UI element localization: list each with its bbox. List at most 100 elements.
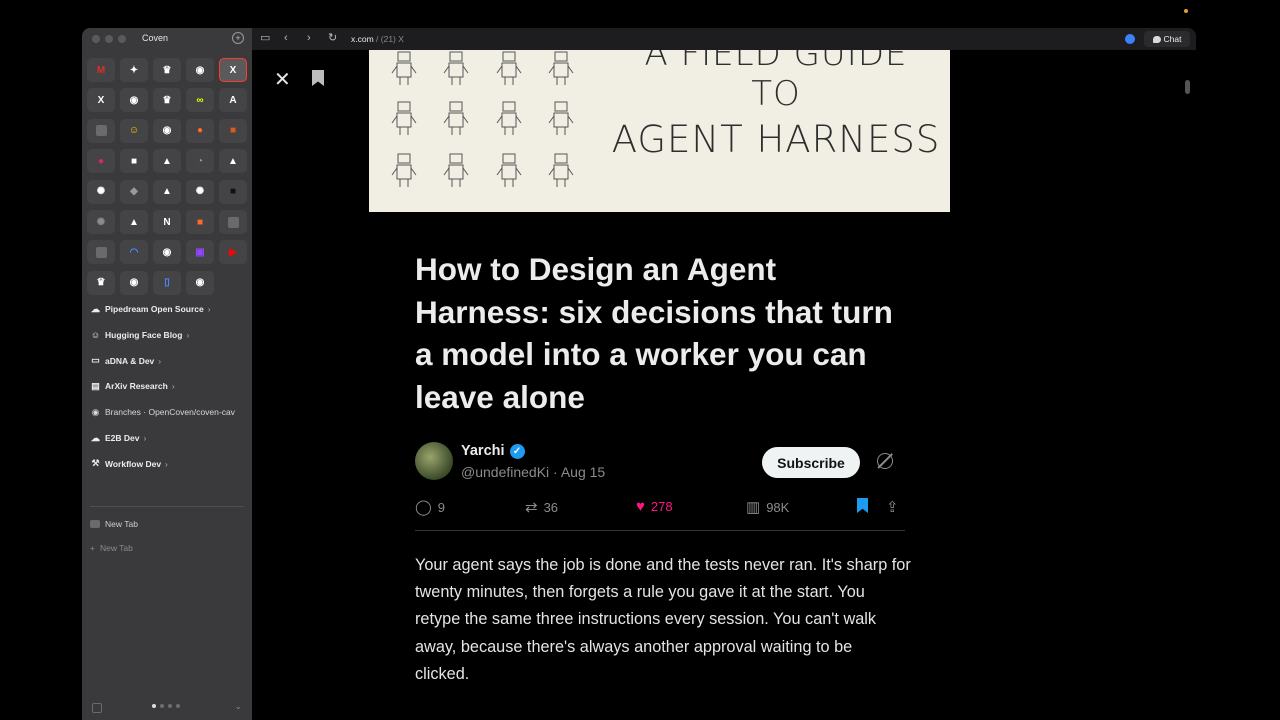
minimize-window-button[interactable] [105,35,113,43]
new-tab-button[interactable]: + New Tab [90,540,133,556]
pinned-tab[interactable] [87,240,115,265]
pinned-tab[interactable]: ◉ [186,270,214,295]
url-rest: / (21) X [373,34,404,44]
chevron-down-icon[interactable]: ⌄ [234,701,242,712]
pinned-tab[interactable]: ▲ [219,149,247,174]
pinned-tab[interactable]: ♛ [87,270,115,295]
close-icon[interactable]: ✕ [274,67,291,92]
main-content: ▭ ‹ › ↻ x.com / (21) X Chat ✕ A FIELD GU… [252,28,1196,720]
pinned-tab[interactable]: ◔ [186,149,214,174]
pinned-tab[interactable]: N [153,210,181,234]
folder-item[interactable]: ☁ E2B Dev › [90,429,250,447]
pinned-tab[interactable]: X [87,88,115,113]
orange-circle-app-icon: ● [196,125,204,137]
address-field[interactable]: x.com / (21) X [351,34,404,44]
author-name[interactable]: Yarchi ✓ [461,443,525,459]
zoom-window-button[interactable] [118,35,126,43]
pinned-tab[interactable]: ▯ [153,270,181,295]
article-title: How to Design an Agent Harness: six deci… [415,251,893,415]
pinned-tab[interactable]: ◆ [120,179,148,204]
close-window-button[interactable] [92,35,100,43]
blue-app-icon: ▯ [164,277,170,289]
space-title: Coven [142,33,169,43]
folder-item[interactable]: ☁ Pipedream Open Source › [90,300,250,318]
x-icon: X [97,94,105,106]
pinned-tab[interactable] [219,210,247,234]
openai-icon: ✺ [195,186,205,198]
pinned-tab[interactable]: ◉ [120,270,148,295]
pinned-tab[interactable]: ● [87,149,115,174]
robot-doodle [548,51,574,85]
reply-button[interactable]: ◯ 9 [415,498,445,516]
share-button[interactable]: ⇪ [886,498,899,516]
space-dot[interactable] [160,704,164,708]
space-dot[interactable] [176,704,180,708]
reload-icon[interactable]: ↻ [328,32,337,44]
add-icon[interactable]: + [232,32,244,44]
pinned-tab[interactable] [87,118,115,143]
archive-icon[interactable] [92,703,102,713]
pinned-tab[interactable]: ■ [219,179,247,204]
divider [415,530,905,531]
chat-button[interactable]: Chat [1144,31,1190,47]
grok-icon[interactable] [877,453,893,469]
pinned-tab[interactable]: ■ [186,210,214,234]
pinned-tab[interactable]: ◉ [120,88,148,113]
back-icon[interactable]: ‹ [284,32,288,44]
pinned-tab[interactable]: ◉ [153,240,181,265]
pinned-tab[interactable]: ▲ [153,179,181,204]
pinned-tab[interactable]: ◉ [153,118,181,143]
space-dot[interactable] [152,704,156,708]
extension-icon[interactable] [1125,34,1135,44]
folder-item[interactable]: ☺ Hugging Face Blog › [90,326,250,344]
views-button[interactable]: ▥ 98K [746,498,789,516]
pinned-tab[interactable]: ▲ [120,210,148,234]
pinned-tab[interactable]: ♛ [153,88,181,113]
pinned-tab[interactable]: ▶ [219,240,247,265]
space-switcher[interactable] [152,704,180,708]
pinned-tab[interactable]: ■ [219,118,247,143]
pinned-tab[interactable]: ◉ [186,58,214,82]
avatar[interactable] [415,442,453,480]
chevron-right-icon: › [171,381,175,392]
pinned-tab[interactable]: ☺ [120,118,148,143]
pinned-tab[interactable]: ∞ [186,88,214,113]
robot-doodle [443,51,469,85]
space-dot[interactable] [168,704,172,708]
pinned-tab[interactable]: M [87,58,115,82]
like-button[interactable]: ♥ 278 [636,498,673,515]
folder-label: aDNA & Dev [105,355,155,366]
pinned-tab[interactable]: X [219,58,247,82]
sidebar-toggle-icon[interactable]: ▭ [260,32,270,44]
pinned-tab[interactable]: A [219,88,247,113]
pinned-tab[interactable]: ◠ [120,240,148,265]
github-icon: ◉ [195,64,205,76]
orange-square-app-icon: ■ [229,125,237,137]
pinned-tab[interactable]: ● [186,118,214,143]
pinned-tab[interactable]: ✺ [87,210,115,234]
pinned-tab[interactable]: ✺ [87,179,115,204]
folder-item[interactable]: ▭ aDNA & Dev › [90,352,250,370]
folder-item[interactable]: ▤ ArXiv Research › [90,377,250,395]
bookmark-icon[interactable] [312,70,324,86]
pinned-tab[interactable]: ▣ [186,240,214,265]
forward-icon[interactable]: › [307,32,311,44]
reply-icon: ◯ [415,499,432,516]
folder-item[interactable]: ⚒ Workflow Dev › [90,455,250,473]
subscribe-button[interactable]: Subscribe [762,447,860,478]
author-handle[interactable]: @undefinedKi · Aug 15 [461,464,605,480]
pinned-tab[interactable]: ▲ [153,149,181,174]
analytics-icon: ▥ [746,499,761,516]
scrollbar[interactable] [1185,80,1190,94]
pinned-tab[interactable]: ■ [120,149,148,174]
web-page: ✕ A FIELD GUIDE TO AGENT HARNESS How to … [252,50,1196,720]
pinned-tab[interactable]: ✺ [186,179,214,204]
pinned-tab[interactable]: ✦ [120,58,148,82]
repost-button[interactable]: ⇄ 36 [525,498,558,516]
folder-item[interactable]: ◉ Branches · OpenCoven/coven-cav [90,403,250,421]
pinned-tab[interactable]: ♛ [153,58,181,82]
chat-label: Chat [1163,34,1182,44]
bookmark-button[interactable] [857,498,868,513]
new-tab-item[interactable]: New Tab [90,516,138,532]
article-body: Your agent says the job is done and the … [415,556,911,683]
